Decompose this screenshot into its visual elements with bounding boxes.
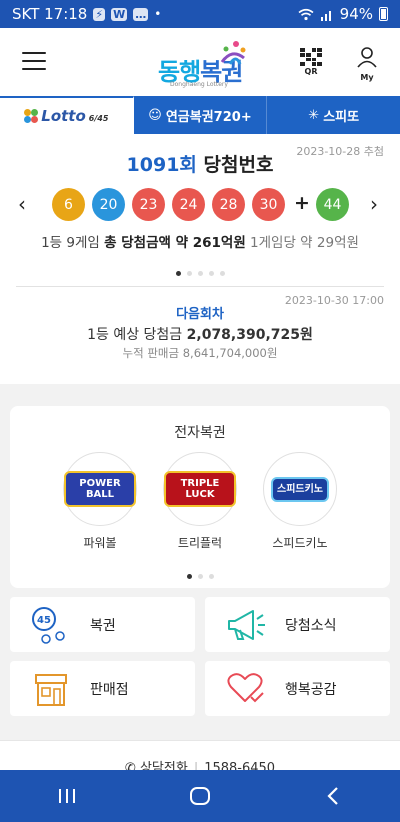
app-logo[interactable]: 동행복권 Donghaeng Lottery bbox=[158, 40, 248, 88]
prev-draw-arrow-icon[interactable]: ‹ bbox=[18, 192, 26, 216]
menu-lottery-label: 복권 bbox=[90, 618, 116, 634]
megaphone-icon bbox=[228, 610, 265, 640]
next-draw-arrow-icon[interactable]: › bbox=[370, 192, 378, 216]
chat-icon: … bbox=[133, 7, 149, 21]
winning-numbers-card: 2023-10-28 추첨 1091회 당첨번호 ‹ 6 20 23 24 28… bbox=[0, 134, 400, 384]
heart-icon bbox=[227, 673, 264, 703]
home-icon[interactable] bbox=[175, 776, 225, 816]
lottery-badge-number: 45 bbox=[37, 615, 51, 626]
number-ball: 28 bbox=[212, 188, 245, 221]
first-prize-summary: 1등 9게임 총 당첨금액 약 261억원 1게임당 약 29억원 bbox=[0, 231, 400, 251]
page-dot[interactable] bbox=[197, 574, 203, 579]
app-header: 동행복권 Donghaeng Lottery QR My bbox=[0, 28, 400, 96]
draw-number: 1091회 bbox=[126, 154, 197, 176]
menu-news-button[interactable]: 당첨소식 bbox=[205, 597, 390, 652]
divider bbox=[16, 286, 384, 287]
my-button[interactable]: My bbox=[354, 46, 380, 82]
game-label: 트리플럭 bbox=[177, 536, 223, 550]
qr-button[interactable]: QR bbox=[298, 48, 324, 78]
status-bar: SKT 17:18 ⚡ W … • 94% bbox=[0, 0, 400, 28]
e-lottery-card: 전자복권 POWER BALL 파워볼 TRIPLE LUCK 트리플럭 스피드… bbox=[10, 406, 390, 588]
bonus-plus: + bbox=[294, 192, 310, 214]
tab-speetto-label: 스피또 bbox=[323, 109, 360, 125]
number-ball: 20 bbox=[92, 188, 125, 221]
page-dot[interactable] bbox=[219, 271, 225, 276]
logo-subtitle: Donghaeng Lottery bbox=[170, 81, 228, 88]
page-dot[interactable] bbox=[175, 271, 181, 276]
menu-shop-button[interactable]: 판매점 bbox=[10, 661, 195, 716]
bolt-icon: ⚡ bbox=[93, 7, 106, 21]
page-dot[interactable] bbox=[208, 574, 214, 579]
powerball-icon: POWER BALL bbox=[63, 452, 137, 526]
qr-label: QR bbox=[304, 67, 318, 76]
clover-icon bbox=[24, 109, 39, 123]
support-footer: ✆ 상담전화 | 1588-6450 bbox=[0, 740, 400, 776]
wifi-icon bbox=[298, 8, 314, 20]
tab-lotto-sub: 6/45 bbox=[88, 114, 109, 123]
tab-speetto[interactable]: ✳ 스피또 bbox=[267, 96, 400, 134]
wow-icon: W bbox=[111, 7, 128, 21]
store-icon bbox=[35, 674, 67, 706]
speetto-icon: ✳ bbox=[308, 107, 320, 123]
status-time: SKT 17:18 bbox=[12, 5, 88, 23]
next-prize-label: 1등 예상 당첨금 bbox=[87, 327, 187, 343]
next-draw-title[interactable]: 다음회차 bbox=[0, 303, 400, 322]
e-lottery-pagination bbox=[10, 564, 390, 583]
tab-pension-label: 연금복권720+ bbox=[165, 109, 252, 125]
triple-luck-badge: TRIPLE LUCK bbox=[164, 471, 236, 507]
my-label: My bbox=[360, 73, 374, 82]
page-dot[interactable] bbox=[197, 271, 203, 276]
bonus-ball: 44 bbox=[316, 188, 349, 221]
menu-icon[interactable] bbox=[22, 52, 46, 70]
next-prize-amount: 2,078,390,725원 bbox=[186, 327, 313, 343]
menu-news-label: 당첨소식 bbox=[285, 618, 337, 634]
draw-title: 1091회 당첨번호 bbox=[0, 150, 400, 177]
logo-figure-icon bbox=[220, 41, 246, 65]
winning-balls: ‹ 6 20 23 24 28 30 + 44 › bbox=[0, 186, 400, 222]
recent-apps-icon[interactable] bbox=[42, 776, 92, 816]
speed-keno-badge: 스피드키노 bbox=[271, 476, 329, 502]
result-pagination bbox=[0, 261, 400, 280]
pension-icon: ☺ bbox=[148, 107, 162, 123]
number-ball: 24 bbox=[172, 188, 205, 221]
menu-shop-label: 판매점 bbox=[90, 682, 129, 698]
game-speed-keno[interactable]: 스피드키노 스피드키노 bbox=[262, 452, 338, 551]
lottery-tabs: Lotto 6/45 ☺ 연금복권720+ ✳ 스피또 bbox=[0, 96, 400, 134]
prize-total: 총 당첨금액 약 261억원 bbox=[104, 235, 246, 251]
number-ball: 30 bbox=[252, 188, 285, 221]
battery-percent: 94% bbox=[339, 5, 373, 23]
battery-icon bbox=[379, 7, 388, 21]
qr-icon bbox=[300, 48, 322, 66]
user-icon bbox=[357, 47, 377, 68]
next-draw-sales: 누적 판매금 8,641,704,000원 bbox=[122, 346, 278, 360]
game-label: 스피드키노 bbox=[272, 536, 328, 550]
page-dot[interactable] bbox=[208, 271, 214, 276]
number-ball: 23 bbox=[132, 188, 165, 221]
signal-icon bbox=[320, 10, 331, 21]
triple-luck-icon: TRIPLE LUCK bbox=[163, 452, 237, 526]
back-icon[interactable] bbox=[308, 776, 358, 816]
page-dot[interactable] bbox=[186, 574, 192, 579]
menu-happy-button[interactable]: 행복공감 bbox=[205, 661, 390, 716]
game-label: 파워볼 bbox=[83, 536, 117, 550]
tab-lotto[interactable]: Lotto 6/45 bbox=[0, 96, 134, 134]
tab-lotto-label: Lotto bbox=[41, 107, 86, 125]
lottery-balls-icon: 45 bbox=[32, 607, 65, 644]
game-triple-luck[interactable]: TRIPLE LUCK 트리플럭 bbox=[162, 452, 238, 551]
menu-happy-label: 행복공감 bbox=[285, 682, 337, 698]
prize-per-game: 1게임당 약 29억원 bbox=[245, 235, 359, 251]
next-draw-expected-prize: 1등 예상 당첨금 2,078,390,725원 bbox=[0, 324, 400, 344]
powerball-badge: POWER BALL bbox=[64, 471, 136, 507]
e-lottery-title: 전자복권 bbox=[174, 425, 226, 441]
game-powerball[interactable]: POWER BALL 파워볼 bbox=[62, 452, 138, 551]
menu-lottery-button[interactable]: 45 복권 bbox=[10, 597, 195, 652]
tab-pension[interactable]: ☺ 연금복권720+ bbox=[134, 96, 268, 134]
prize-prefix: 1등 9게임 bbox=[41, 235, 105, 251]
number-ball: 6 bbox=[52, 188, 85, 221]
speed-keno-icon: 스피드키노 bbox=[263, 452, 337, 526]
notification-dot: • bbox=[154, 7, 162, 21]
draw-title-suffix: 당첨번호 bbox=[196, 154, 274, 176]
page-dot[interactable] bbox=[186, 271, 192, 276]
system-nav-bar bbox=[0, 770, 400, 822]
